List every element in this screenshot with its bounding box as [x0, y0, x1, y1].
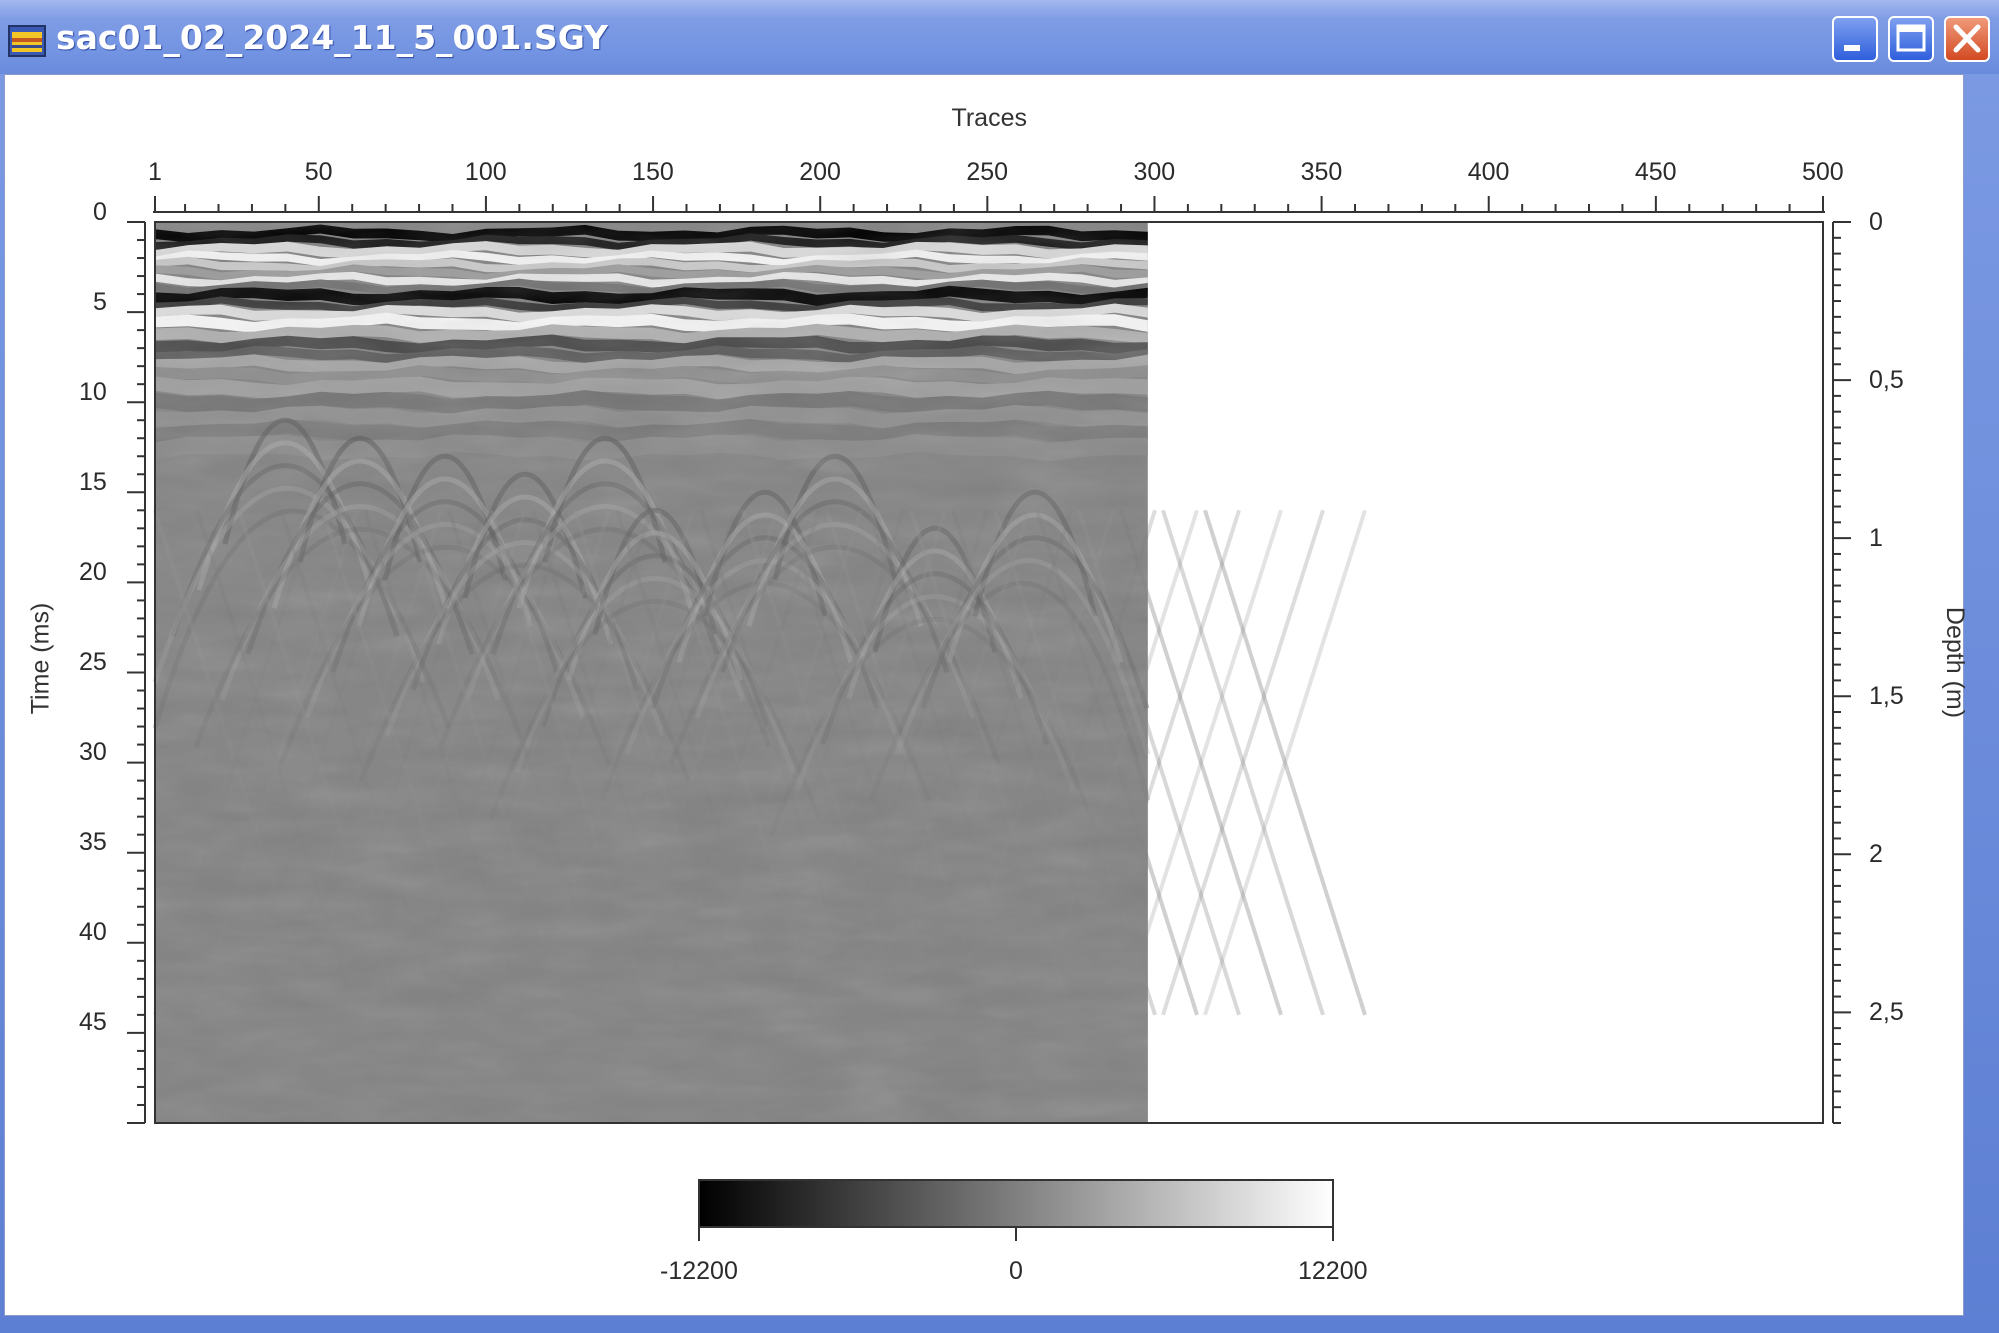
colorbar: [698, 1179, 1334, 1241]
close-button[interactable]: [1944, 16, 1990, 62]
close-icon: [1953, 24, 1981, 53]
y2-tick-label: 2,5: [1869, 997, 1904, 1026]
y-axis-title: Time (ms): [26, 602, 55, 715]
radargram-view: 1 50 100 150 200 250 300 350 400 450 500 Traces 0 5 10…: [4, 74, 1969, 1316]
app-icon: [8, 25, 46, 57]
colorbar-tick-label: -12200: [660, 1256, 738, 1285]
x-tick-label: 450: [1634, 157, 1677, 186]
window-title: sac01_02_2024_11_5_001.SGY: [56, 18, 608, 57]
x-tick-label: 500: [1802, 157, 1844, 186]
minimize-button[interactable]: [1832, 16, 1878, 62]
title-bar[interactable]: sac01_02_2024_11_5_001.SGY: [0, 0, 1999, 74]
x-tick-label: 200: [799, 157, 841, 186]
y-tick-label: 15: [79, 467, 107, 496]
y-tick-label: 25: [79, 648, 107, 676]
y2-tick-label: 0: [1869, 207, 1883, 236]
y-tick-label: 10: [79, 377, 107, 406]
y-tick-label: 0: [93, 197, 107, 226]
y-tick-label: 40: [79, 918, 107, 947]
texture-noise: [155, 222, 1148, 1123]
x-tick-label: 150: [632, 157, 674, 186]
colorbar-tick-label: 0: [1009, 1256, 1023, 1285]
x-tick-label: 250: [966, 157, 1009, 186]
x-tick-label: 400: [1467, 157, 1510, 186]
x-tick-label: 50: [304, 157, 333, 186]
y2-axis-title: Depth (m): [1940, 606, 1969, 719]
maximize-button[interactable]: [1888, 16, 1934, 62]
y-tick-label: 35: [79, 828, 107, 857]
y-tick-label: 45: [79, 1008, 107, 1037]
radargram-image: [152, 222, 1823, 1123]
x-tick-label: 1: [148, 157, 162, 186]
y2-tick-label: 0,5: [1869, 365, 1904, 394]
x-axis-title: Traces: [951, 103, 1027, 132]
y2-tick-label: 2: [1869, 839, 1883, 868]
y2-tick-label: 1,5: [1869, 681, 1904, 710]
y2-tick-label: 1: [1869, 523, 1883, 552]
radargram-chart: [127, 196, 1851, 1241]
x-tick-label: 350: [1300, 157, 1343, 186]
x-tick-label: 100: [464, 157, 507, 186]
x-tick-label: 300: [1133, 157, 1176, 186]
colorbar-gradient: [698, 1179, 1334, 1228]
colorbar-tick-label: 12200: [1298, 1256, 1368, 1285]
y-tick-label: 5: [93, 287, 107, 316]
app-window: sac01_02_2024_11_5_001.SGY 1 50 100 150 …: [0, 0, 1999, 1333]
y-tick-label: 30: [79, 738, 107, 767]
maximize-icon: [1896, 24, 1926, 52]
y-tick-label: 20: [79, 557, 107, 586]
minimize-icon: [1844, 45, 1860, 51]
